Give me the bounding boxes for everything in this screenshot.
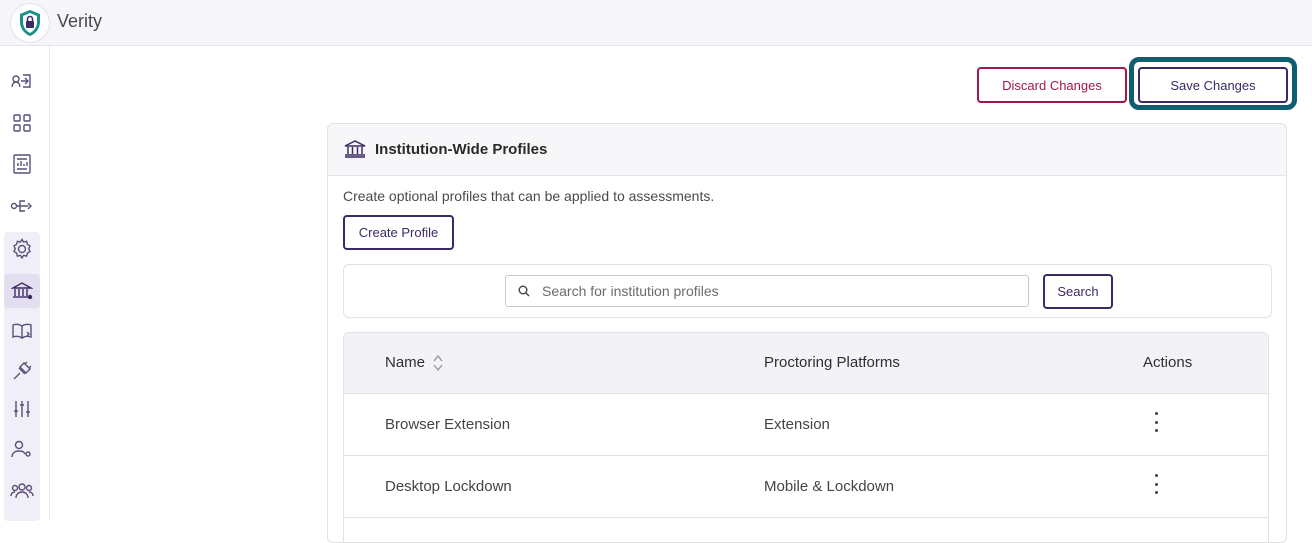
dashboard-grid-icon	[13, 114, 31, 132]
profile-name: Desktop Lockdown	[385, 478, 512, 495]
profile-name: Browser Extension	[385, 416, 511, 433]
sidebar-item-integrations[interactable]	[4, 189, 40, 223]
institution-icon	[344, 140, 366, 158]
discard-changes-button[interactable]: Discard Changes	[977, 67, 1127, 103]
search-input[interactable]	[505, 275, 1029, 307]
column-header-platforms: Proctoring Platforms	[764, 354, 900, 371]
top-bar: Verity	[0, 0, 1312, 46]
table-header: Name Proctoring Platforms Actions	[344, 333, 1268, 394]
sidebar-item-user-settings[interactable]	[4, 432, 40, 466]
sidebar-item-users[interactable]	[4, 474, 40, 508]
search-button[interactable]: Search	[1043, 274, 1113, 309]
sidebar-item-plugins[interactable]	[4, 354, 40, 388]
sidebar-item-dashboard[interactable]	[4, 106, 40, 140]
institution-icon	[11, 282, 33, 300]
sidebar-item-settings[interactable]	[4, 232, 40, 266]
sidebar-item-adjustments[interactable]	[4, 392, 40, 426]
card-header: Institution-Wide Profiles	[328, 124, 1286, 176]
row-actions-kebab-icon[interactable]	[1150, 412, 1162, 432]
sidebar	[0, 46, 50, 521]
search-icon	[518, 285, 530, 297]
sidebar-item-reports[interactable]	[4, 147, 40, 181]
save-changes-button[interactable]: Save Changes	[1138, 67, 1288, 103]
profile-platform: Mobile & Lockdown	[764, 478, 895, 495]
app-logo[interactable]	[11, 4, 49, 42]
card-title: Institution-Wide Profiles	[375, 141, 548, 158]
app-title: Verity	[57, 11, 103, 31]
table-row: Browser Extension Extension	[344, 394, 1268, 456]
user-settings-icon	[11, 440, 31, 458]
column-header-name[interactable]: Name	[385, 354, 425, 371]
column-header-actions: Actions	[1143, 354, 1193, 371]
settings-gear-icon	[13, 238, 31, 260]
sidebar-item-institution[interactable]	[4, 274, 40, 308]
book-icon	[12, 323, 32, 340]
sidebar-item-book[interactable]	[4, 314, 40, 348]
create-profile-button[interactable]: Create Profile	[343, 215, 454, 250]
profile-platform: Extension	[764, 416, 830, 433]
table-row: Desktop Lockdown Mobile & Lockdown	[344, 456, 1268, 518]
row-actions-kebab-icon[interactable]	[1150, 474, 1162, 494]
sort-icon[interactable]	[432, 354, 444, 372]
sidebar-item-login[interactable]	[4, 64, 40, 98]
users-group-icon	[10, 483, 34, 499]
sliders-icon	[14, 401, 30, 417]
shield-lock-icon	[20, 10, 40, 36]
card-description: Create optional profiles that can be app…	[343, 188, 715, 204]
reports-icon	[13, 154, 31, 174]
profiles-table: Name Proctoring Platforms Actions Browse…	[343, 332, 1269, 542]
integrations-icon	[10, 200, 32, 212]
login-icon	[11, 74, 31, 88]
institution-profiles-card: Institution-Wide Profiles Create optiona…	[327, 123, 1287, 543]
search-panel: Search	[343, 264, 1272, 318]
plugin-icon	[13, 361, 32, 380]
